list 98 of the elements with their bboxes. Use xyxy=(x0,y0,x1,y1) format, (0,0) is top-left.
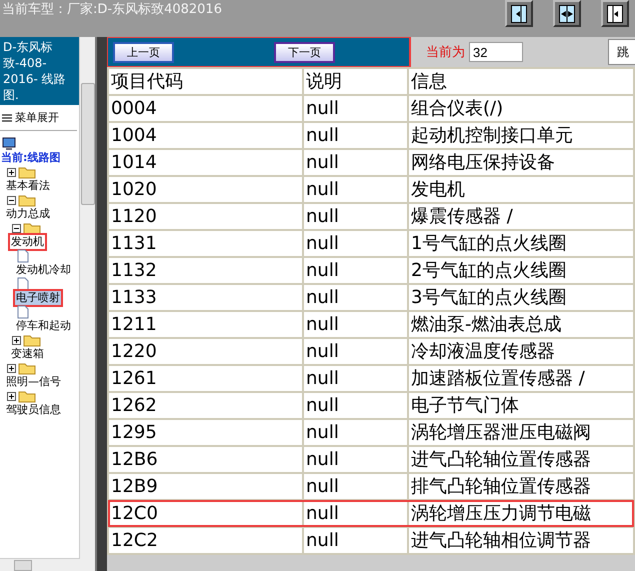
table-cell: 12B9 xyxy=(108,473,303,500)
table-cell: null xyxy=(303,203,408,230)
folder-icon xyxy=(18,194,36,206)
table-cell: 1号气缸的点火线圈 xyxy=(408,230,634,257)
table-cell: null xyxy=(303,365,408,392)
table-cell: null xyxy=(303,419,408,446)
table-cell: 1120 xyxy=(108,203,303,230)
table-cell: 1132 xyxy=(108,257,303,284)
table-cell: 发电机 xyxy=(408,176,634,203)
expand-toggle[interactable] xyxy=(7,168,16,176)
table-cell: 进气凸轮轴位置传感器 xyxy=(408,446,634,473)
table-cell: null xyxy=(303,527,408,554)
tree-item[interactable]: 变速箱 xyxy=(10,347,45,361)
table-cell: 电子节气门体 xyxy=(408,392,634,419)
table-cell: null xyxy=(303,311,408,338)
folder-icon xyxy=(23,334,41,346)
left-panel-icon xyxy=(511,4,527,22)
tree-item[interactable]: 当前:线路图 xyxy=(0,151,62,165)
table-cell: 12C2 xyxy=(108,527,303,554)
table-cell: 12C0 xyxy=(108,500,303,527)
computer-icon xyxy=(2,137,16,151)
table-cell: 1020 xyxy=(108,176,303,203)
table-cell: 燃油泵-燃油表总成 xyxy=(408,311,634,338)
vertical-scrollbar[interactable] xyxy=(79,37,95,571)
sidebar-header: D-东风标致-408-2016- 线路图. xyxy=(0,37,80,105)
column-header: 信息 xyxy=(408,68,634,95)
table-cell: null xyxy=(303,338,408,365)
table-cell: 1261 xyxy=(108,365,303,392)
tree-item[interactable]: 发动机冷却 xyxy=(15,263,72,277)
collapse-toggle[interactable] xyxy=(12,224,21,232)
current-page-label: 当前为 xyxy=(426,44,465,61)
table-cell: 1211 xyxy=(108,311,303,338)
table-cell: 2号气缸的点火线圈 xyxy=(408,257,634,284)
folder-icon xyxy=(23,222,41,234)
table-cell: null xyxy=(303,95,408,122)
table-cell: null xyxy=(303,392,408,419)
view-toggle-button[interactable] xyxy=(601,0,629,27)
table-cell: 1131 xyxy=(108,230,303,257)
tree-item[interactable]: 动力总成 xyxy=(5,207,51,221)
table-cell: null xyxy=(303,473,408,500)
jump-button[interactable]: 跳 xyxy=(608,39,635,65)
right-panel-icon xyxy=(607,4,623,22)
table-cell: 1295 xyxy=(108,419,303,446)
table-cell: null xyxy=(303,176,408,203)
menu-toggle[interactable]: 菜单展开 xyxy=(0,105,78,131)
table-cell: 爆震传感器 / xyxy=(408,203,634,230)
table-cell: 排气凸轮轴位置传感器 xyxy=(408,473,634,500)
table-cell: 1262 xyxy=(108,392,303,419)
window-title: 当前车型：厂家:D-东风标致4082016 xyxy=(2,1,222,18)
view-toggle-button[interactable] xyxy=(505,0,533,27)
horizontal-scrollbar[interactable] xyxy=(0,558,80,571)
table-cell: 起动机控制接口单元 xyxy=(408,122,634,149)
folder-icon xyxy=(18,390,36,402)
menu-icon xyxy=(2,114,12,122)
table-cell: 进气凸轮轴相位调节器 xyxy=(408,527,634,554)
table-cell: 1014 xyxy=(108,149,303,176)
column-header: 项目代码 xyxy=(108,68,303,95)
table-cell: 加速踏板位置传感器 / xyxy=(408,365,634,392)
document-icon xyxy=(17,277,29,291)
expand-toggle[interactable] xyxy=(7,392,16,400)
table-cell: null xyxy=(303,257,408,284)
folder-icon xyxy=(18,166,36,178)
table-cell: 网络电压保持设备 xyxy=(408,149,634,176)
expand-toggle[interactable] xyxy=(12,336,21,344)
panel-splitter[interactable] xyxy=(95,37,107,571)
column-header: 说明 xyxy=(303,68,408,95)
table-cell: null xyxy=(303,230,408,257)
next-page-button[interactable]: 下一页 xyxy=(274,42,335,62)
table-cell: 1133 xyxy=(108,284,303,311)
collapse-toggle[interactable] xyxy=(7,196,16,204)
tree-item[interactable]: 驾驶员信息 xyxy=(5,403,62,417)
document-icon xyxy=(17,249,29,263)
tree-item[interactable]: 电子喷射 xyxy=(15,291,61,305)
tree-item[interactable]: 发动机 xyxy=(10,235,45,249)
prev-page-button[interactable]: 上一页 xyxy=(113,42,174,62)
table-cell: 涡轮增压压力调节电磁 xyxy=(408,500,634,527)
document-icon xyxy=(17,305,29,319)
tree-item[interactable]: 照明—信号 xyxy=(5,375,62,389)
split-panel-icon xyxy=(559,4,575,22)
table-cell: null xyxy=(303,149,408,176)
table-cell: 涡轮增压器泄压电磁阀 xyxy=(408,419,634,446)
table-cell: 组合仪表(/) xyxy=(408,95,634,122)
folder-icon xyxy=(18,362,36,374)
expand-toggle[interactable] xyxy=(7,364,16,372)
table-cell: null xyxy=(303,500,408,527)
tree-item[interactable]: 基本看法 xyxy=(5,179,51,193)
table-cell: null xyxy=(303,122,408,149)
table-cell: 1004 xyxy=(108,122,303,149)
view-toggle-button[interactable] xyxy=(553,0,581,27)
page-input[interactable]: 32 xyxy=(469,42,523,62)
table-cell: null xyxy=(303,284,408,311)
table-cell: 1220 xyxy=(108,338,303,365)
table-cell: 冷却液温度传感器 xyxy=(408,338,634,365)
table-cell: 0004 xyxy=(108,95,303,122)
tree-item[interactable]: 停车和起动 xyxy=(15,319,72,333)
table-cell: 12B6 xyxy=(108,446,303,473)
table-cell: null xyxy=(303,446,408,473)
table-cell: 3号气缸的点火线圈 xyxy=(408,284,634,311)
